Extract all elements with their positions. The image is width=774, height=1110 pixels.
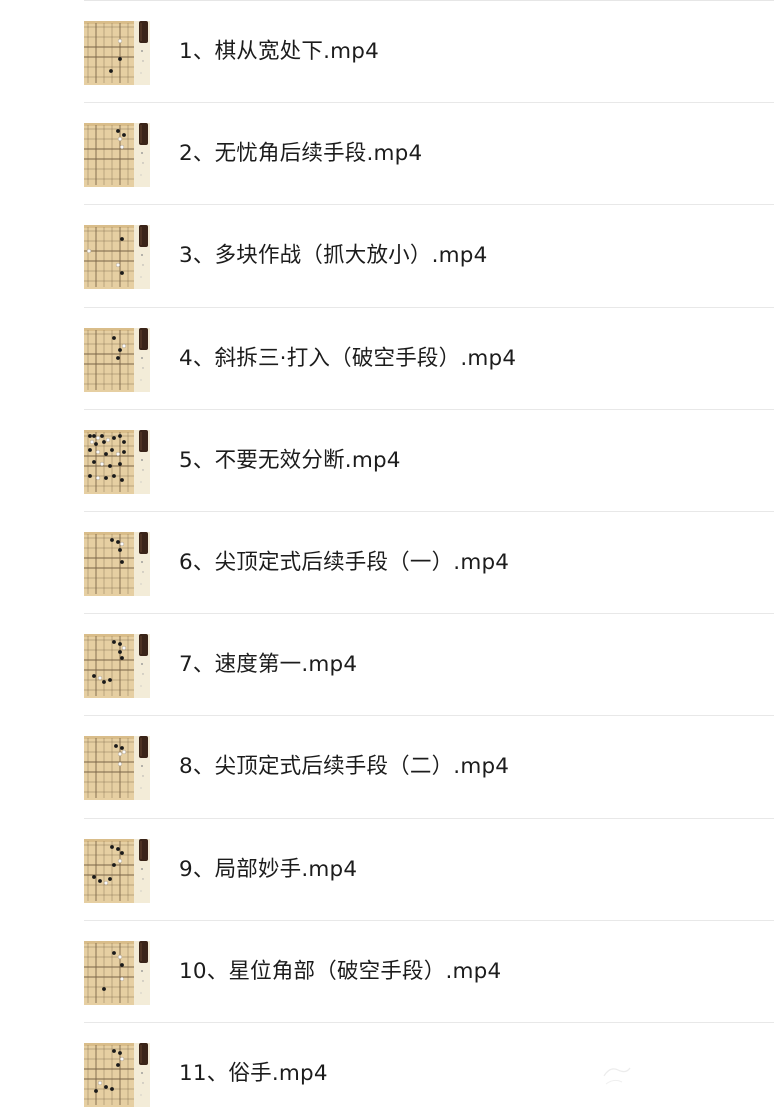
go-board-graphic: [84, 429, 150, 494]
go-board-graphic: [84, 736, 150, 801]
go-board-thumbnail-icon: [84, 429, 150, 494]
go-board-graphic: [84, 634, 150, 699]
file-name: 5、不要无效分断.mp4: [179, 447, 401, 473]
file-row[interactable]: 2、无忧角后续手段.mp4: [0, 103, 774, 206]
file-name: 4、斜拆三·打入（破空手段）.mp4: [179, 345, 517, 371]
file-row[interactable]: 9、局部妙手.mp4: [0, 819, 774, 921]
file-name: 10、星位角部（破空手段）.mp4: [179, 958, 502, 984]
file-row[interactable]: 4、斜拆三·打入（破空手段）.mp4: [0, 308, 774, 410]
file-row[interactable]: 8、尖顶定式后续手段（二）.mp4: [0, 716, 774, 819]
go-board-thumbnail-icon: [84, 531, 150, 596]
file-row[interactable]: 1、棋从宽处下.mp4: [0, 1, 774, 104]
file-name: 1、棋从宽处下.mp4: [179, 39, 379, 64]
file-list: 1、棋从宽处下.mp4 2、无忧角后续手段.mp4 3、多块作战（抓大放小）.m…: [0, 1, 774, 1110]
go-board-graphic: [84, 531, 150, 596]
watermark-icon: [603, 1067, 631, 1085]
file-row[interactable]: 6、尖顶定式后续手段（一）.mp4: [0, 512, 774, 615]
go-board-graphic: [84, 838, 150, 903]
go-board-graphic: [84, 327, 150, 392]
go-board-graphic: [84, 1042, 150, 1107]
file-name: 2、无忧角后续手段.mp4: [179, 141, 423, 167]
go-board-thumbnail-icon: [84, 123, 150, 188]
go-board-thumbnail-icon: [84, 838, 150, 903]
go-board-thumbnail-icon: [84, 634, 150, 699]
go-board-graphic: [84, 940, 150, 1005]
file-row[interactable]: 7、速度第一.mp4: [0, 614, 774, 717]
file-row[interactable]: 3、多块作战（抓大放小）.mp4: [0, 205, 774, 308]
go-board-thumbnail-icon: [84, 21, 150, 85]
go-board-graphic: [84, 225, 150, 290]
go-board-thumbnail-icon: [84, 940, 150, 1005]
go-board-graphic: [84, 123, 150, 188]
go-board-thumbnail-icon: [84, 225, 150, 290]
file-row[interactable]: 11、俗手.mp4: [0, 1023, 774, 1110]
file-name: 8、尖顶定式后续手段（二）.mp4: [179, 754, 510, 780]
file-name: 3、多块作战（抓大放小）.mp4: [179, 243, 488, 269]
go-board-thumbnail-icon: [84, 327, 150, 392]
file-name: 11、俗手.mp4: [179, 1060, 328, 1086]
file-name: 6、尖顶定式后续手段（一）.mp4: [179, 549, 510, 575]
go-board-thumbnail-icon: [84, 1042, 150, 1107]
file-row[interactable]: 10、星位角部（破空手段）.mp4: [0, 921, 774, 1024]
file-row[interactable]: 5、不要无效分断.mp4: [0, 410, 774, 513]
file-name: 9、局部妙手.mp4: [179, 856, 358, 882]
file-name: 7、速度第一.mp4: [179, 652, 358, 678]
go-board-graphic: [84, 21, 150, 85]
go-board-thumbnail-icon: [84, 736, 150, 801]
